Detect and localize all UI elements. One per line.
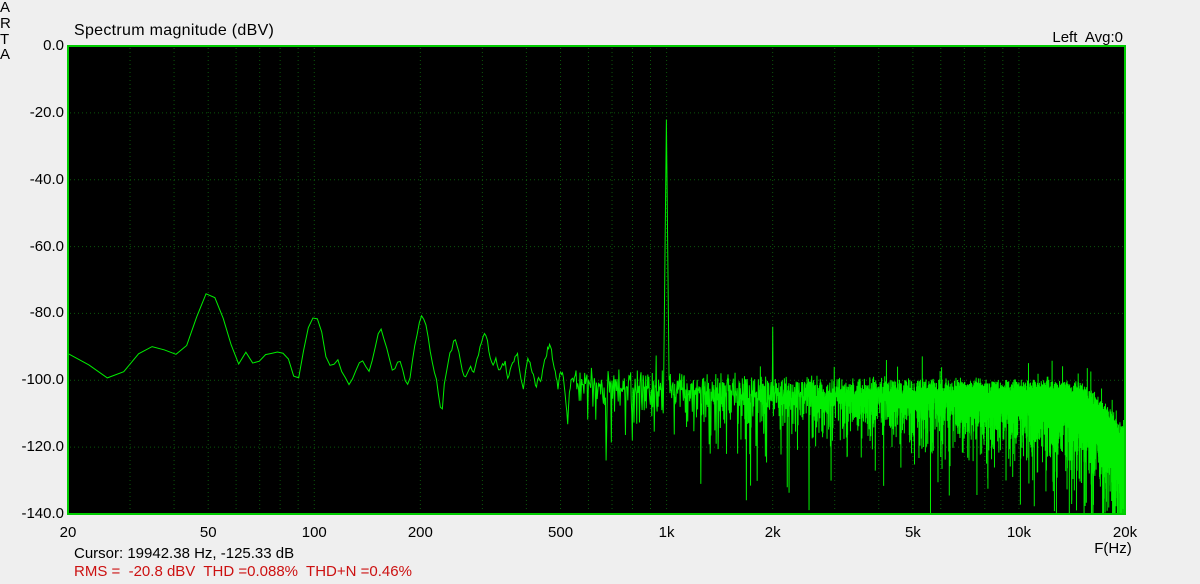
y-tick-label: -120.0 <box>21 438 64 456</box>
y-tick-label: -60.0 <box>29 237 64 255</box>
x-tick-label: 200 <box>407 524 433 541</box>
frequency-axis-unit: F(Hz) <box>1094 540 1132 557</box>
x-tick-label: 500 <box>548 524 574 541</box>
x-tick-label: 20k <box>1112 524 1138 541</box>
x-tick-label: 5k <box>904 524 921 541</box>
x-tick-label: 1k <box>658 524 675 541</box>
spectrum-plot[interactable] <box>0 0 1200 584</box>
x-tick-label: 10k <box>1006 524 1032 541</box>
y-tick-label: -100.0 <box>21 371 64 389</box>
cursor-readout: Cursor: 19942.38 Hz, -125.33 dB <box>74 545 295 562</box>
x-tick-label: 50 <box>199 524 217 541</box>
y-tick-label: -20.0 <box>29 103 64 121</box>
plot-background <box>68 46 1125 514</box>
y-tick-label: 0.0 <box>43 37 64 54</box>
x-tick-label: 100 <box>301 524 327 541</box>
y-tick-label: -40.0 <box>29 170 64 188</box>
y-tick-label: -140.0 <box>21 505 64 522</box>
y-tick-label: -80.0 <box>29 304 64 322</box>
rms-thd-readout: RMS = -20.8 dBV THD =0.088% THD+N =0.46% <box>74 563 412 580</box>
x-tick-label: 20 <box>59 524 77 541</box>
x-tick-label: 2k <box>764 524 781 541</box>
app-window: Spectrum magnitude (dBV) Left Avg:0 A R … <box>0 0 1200 584</box>
